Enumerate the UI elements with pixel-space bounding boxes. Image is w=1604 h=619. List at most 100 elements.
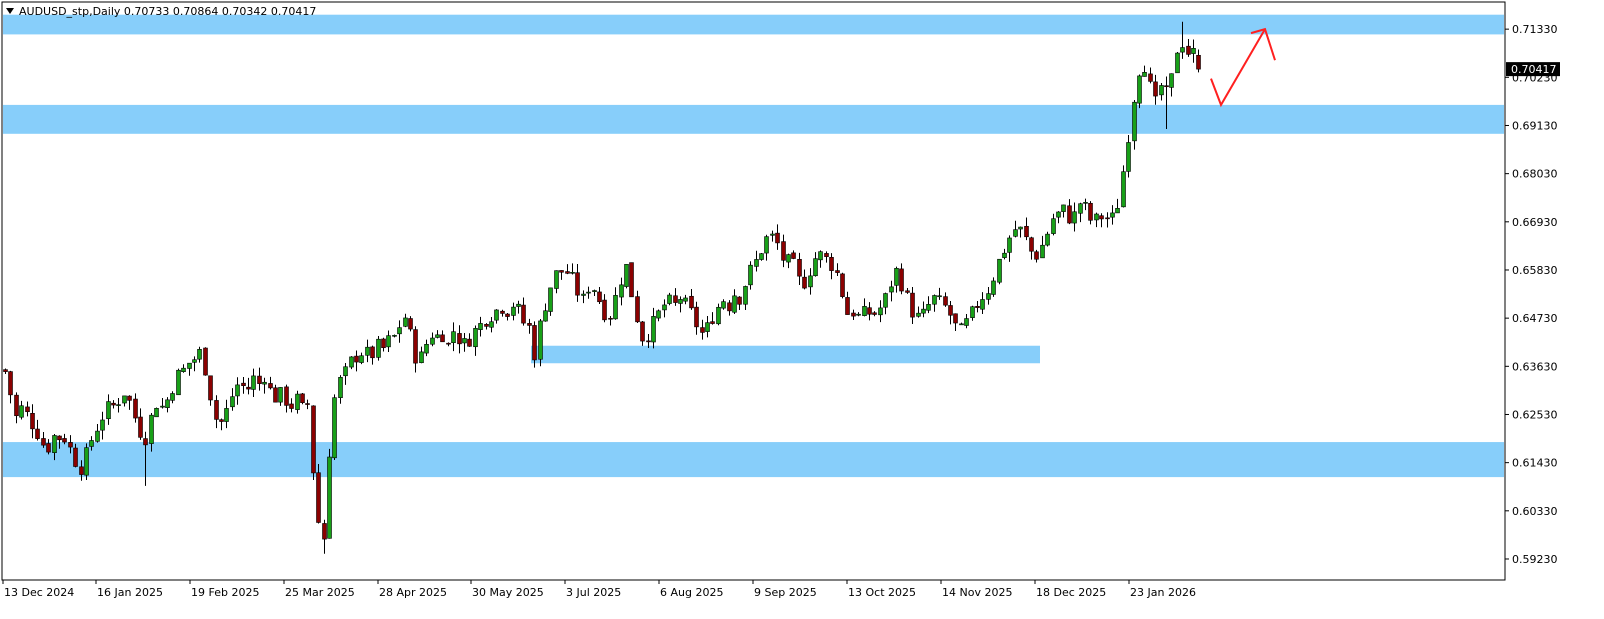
candle-body-143 <box>775 232 780 244</box>
candle-body-193 <box>1045 233 1050 246</box>
candle-body-124 <box>673 295 678 303</box>
candle-body-2 <box>14 394 19 417</box>
candle-body-38 <box>208 375 213 401</box>
candle-body-39 <box>214 400 219 420</box>
candle-body-33 <box>181 367 186 372</box>
candle-body-130 <box>705 322 710 332</box>
candle-body-14 <box>79 466 84 475</box>
x-tick-label-3: 25 Mar 2025 <box>285 586 355 599</box>
candle-body-189 <box>1024 225 1029 238</box>
candle-body-90 <box>489 321 494 328</box>
candle-body-56 <box>305 403 310 405</box>
candle-body-191 <box>1034 251 1039 260</box>
candle-body-188 <box>1018 226 1023 230</box>
candle-body-32 <box>176 369 181 396</box>
candle-body-170 <box>921 308 926 314</box>
candle-body-59 <box>322 523 327 540</box>
candle-body-51 <box>278 387 283 403</box>
candle-body-119 <box>646 340 651 343</box>
candle-body-9 <box>52 435 57 453</box>
candle-body-29 <box>160 405 165 408</box>
candle-body-54 <box>295 393 300 410</box>
candle-body-22 <box>122 395 127 404</box>
candle-body-101 <box>548 287 553 312</box>
candle-body-183 <box>991 280 996 295</box>
candle-body-35 <box>192 359 197 363</box>
candle-body-141 <box>764 236 769 254</box>
candle-body-132 <box>716 306 721 325</box>
candle-body-195 <box>1056 211 1061 218</box>
candle-body-114 <box>619 284 624 298</box>
candle-body-221 <box>1196 54 1201 70</box>
candle-body-92 <box>500 310 505 314</box>
candle-body-3 <box>19 405 24 418</box>
current-price-badge: 0.70417 <box>1506 62 1560 77</box>
candle-body-160 <box>867 307 872 315</box>
candle-body-30 <box>165 399 170 408</box>
candle-body-71 <box>386 335 391 348</box>
x-tick-label-9: 13 Oct 2025 <box>848 586 916 599</box>
candle-body-178 <box>964 318 969 326</box>
x-tick-label-8: 9 Sep 2025 <box>754 586 817 599</box>
candle-body-190 <box>1029 237 1034 252</box>
candle-body-94 <box>511 306 516 316</box>
candle-body-218 <box>1180 47 1185 53</box>
candle-body-116 <box>629 262 634 298</box>
candle-body-200 <box>1083 202 1088 204</box>
triangle-down-icon[interactable] <box>6 8 14 14</box>
candle-body-208 <box>1126 142 1131 172</box>
candle-body-161 <box>872 312 877 315</box>
x-tick-label-12: 23 Jan 2026 <box>1130 586 1196 599</box>
candle-body-58 <box>316 472 321 523</box>
candle-body-194 <box>1051 218 1056 234</box>
price-chart[interactable]: 0.713300.702300.691300.680300.669300.658… <box>0 0 1604 619</box>
candle-body-76 <box>413 329 418 364</box>
x-tick-label-11: 18 Dec 2025 <box>1036 586 1106 599</box>
candle-body-177 <box>959 323 964 326</box>
candle-body-21 <box>116 404 121 406</box>
plot-frame <box>1 1 1506 581</box>
candle-body-179 <box>970 306 975 318</box>
candle-body-74 <box>403 317 408 327</box>
candle-body-171 <box>926 304 931 311</box>
candle-body-145 <box>786 254 791 263</box>
candle-body-126 <box>683 297 688 302</box>
zones-layer <box>3 14 1504 478</box>
candle-body-6 <box>35 428 40 439</box>
candle-body-103 <box>559 270 564 273</box>
candle-body-172 <box>932 295 937 305</box>
candle-body-184 <box>997 258 1002 283</box>
candle-body-12 <box>68 442 73 448</box>
candle-body-7 <box>41 438 46 446</box>
support-zone-1 <box>3 104 1504 134</box>
candle-body-40 <box>219 419 224 422</box>
candle-body-70 <box>381 338 386 349</box>
candle-body-146 <box>791 252 796 259</box>
candle-body-127 <box>689 295 694 309</box>
candle-body-134 <box>727 302 732 312</box>
candle-body-155 <box>840 273 845 297</box>
candle-body-180 <box>975 305 980 308</box>
candle-body-213 <box>1153 81 1158 97</box>
candle-body-98 <box>532 325 537 361</box>
chart-header[interactable]: AUDUSD_stp,Daily 0.70733 0.70864 0.70342… <box>6 5 316 18</box>
x-tick-label-4: 28 Apr 2025 <box>379 586 447 599</box>
candle-body-211 <box>1142 72 1147 77</box>
candle-body-15 <box>84 447 89 476</box>
candle-body-61 <box>332 397 337 459</box>
candle-body-5 <box>30 413 35 430</box>
candle-body-97 <box>527 323 532 326</box>
candle-body-62 <box>338 377 343 398</box>
price-badge-label: 0.70417 <box>1511 63 1557 76</box>
candle-body-138 <box>748 264 753 286</box>
candle-body-186 <box>1007 237 1012 253</box>
candle-body-201 <box>1088 202 1093 221</box>
candle-body-73 <box>397 327 402 335</box>
candle-body-24 <box>133 398 138 419</box>
y-tick-label-0: 0.71330 <box>1512 23 1558 36</box>
candle-body-196 <box>1061 204 1066 212</box>
x-axis: 13 Dec 2024 16 Jan 2025 19 Feb 2025 25 Mar … <box>2 580 1196 599</box>
candle-body-1 <box>8 371 13 396</box>
candle-body-111 <box>602 299 607 321</box>
candle-body-199 <box>1078 203 1083 214</box>
